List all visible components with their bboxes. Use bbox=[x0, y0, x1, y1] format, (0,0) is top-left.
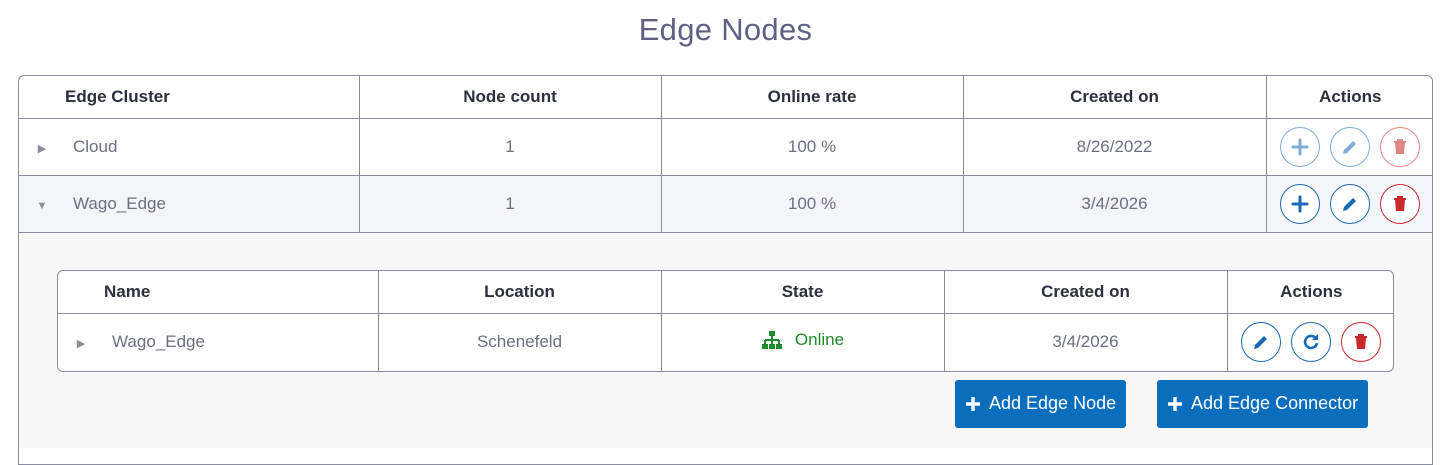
refresh-button[interactable] bbox=[1291, 322, 1332, 363]
node-count-cell: 1 bbox=[359, 175, 662, 233]
edit-button[interactable] bbox=[1330, 183, 1371, 224]
caret-down-icon[interactable]: ▼ bbox=[31, 200, 53, 212]
refresh-icon bbox=[1304, 334, 1319, 350]
location-cell: Schenefeld bbox=[378, 313, 662, 371]
edge-nodes-table: Name Location State Created on Actions ▶… bbox=[57, 269, 1394, 372]
plus-icon bbox=[1291, 195, 1309, 212]
caret-right-icon[interactable]: ▶ bbox=[31, 142, 53, 155]
created-on-cell: 8/26/2022 bbox=[963, 118, 1267, 176]
column-header-edge-cluster[interactable]: Edge Cluster bbox=[19, 76, 360, 119]
trash-icon bbox=[1394, 138, 1407, 154]
created-on-cell: 3/4/2026 bbox=[944, 313, 1228, 371]
delete-button[interactable] bbox=[1341, 322, 1382, 363]
cluster-name-cell: ▼ Wago_Edge bbox=[19, 175, 360, 233]
cluster-name-cell: ▶ Cloud bbox=[19, 118, 360, 176]
add-node-button[interactable] bbox=[1280, 126, 1321, 167]
delete-button[interactable] bbox=[1380, 126, 1421, 167]
pencil-icon bbox=[1254, 336, 1268, 350]
trash-icon bbox=[1355, 334, 1368, 350]
state-label: Online bbox=[794, 329, 845, 349]
delete-button[interactable] bbox=[1380, 183, 1421, 224]
node-count-cell: 1 bbox=[359, 118, 662, 176]
column-header-created-on[interactable]: Created on bbox=[944, 270, 1228, 314]
edit-button[interactable] bbox=[1241, 322, 1282, 363]
pencil-icon bbox=[1343, 140, 1357, 154]
cluster-name: Cloud bbox=[73, 136, 118, 156]
online-rate-cell: 100 % bbox=[661, 118, 964, 176]
caret-right-icon[interactable]: ▶ bbox=[70, 337, 92, 350]
column-header-actions: Actions bbox=[1227, 270, 1393, 314]
column-header-location[interactable]: Location bbox=[378, 270, 662, 314]
actions-cell bbox=[1227, 314, 1393, 371]
column-header-node-count[interactable]: Node count bbox=[359, 76, 662, 119]
column-header-created-on[interactable]: Created on bbox=[963, 76, 1267, 119]
plus-icon bbox=[966, 396, 980, 411]
created-on-cell: 3/4/2026 bbox=[963, 175, 1267, 233]
cluster-name: Wago_Edge bbox=[73, 193, 166, 213]
column-header-actions: Actions bbox=[1266, 76, 1432, 119]
column-header-state[interactable]: State bbox=[661, 270, 945, 314]
column-header-online-rate[interactable]: Online rate bbox=[661, 76, 964, 119]
add-edge-connector-label: Add Edge Connector bbox=[1191, 393, 1359, 413]
table-header-row: Name Location State Created on Actions bbox=[58, 270, 1393, 314]
edge-clusters-table: Edge Cluster Node count Online rate Crea… bbox=[18, 75, 1433, 465]
actions-cell bbox=[1266, 175, 1432, 233]
add-edge-connector-button[interactable]: Add Edge Connector bbox=[1157, 379, 1369, 428]
table-row[interactable]: ▶ Cloud 1 100 % 8/26/2022 bbox=[19, 118, 1432, 176]
page-title: Edge Nodes bbox=[638, 12, 813, 47]
edit-button[interactable] bbox=[1330, 126, 1371, 167]
plus-icon bbox=[1168, 396, 1182, 411]
add-node-button[interactable] bbox=[1280, 183, 1321, 224]
node-name: Wago_Edge bbox=[112, 332, 205, 352]
status-badge: Online bbox=[761, 329, 844, 351]
state-cell: Online bbox=[661, 313, 945, 371]
table-row[interactable]: ▼ Wago_Edge 1 100 % 3/4/2026 bbox=[19, 175, 1432, 233]
table-row[interactable]: ▶ Wago_Edge Schenefeld Online 3/4/2026 bbox=[58, 313, 1393, 371]
trash-icon bbox=[1394, 195, 1407, 211]
actions-cell bbox=[1266, 118, 1432, 176]
column-header-name[interactable]: Name bbox=[58, 270, 379, 314]
expanded-cluster-detail: Name Location State Created on Actions ▶… bbox=[19, 232, 1432, 448]
online-rate-cell: 100 % bbox=[661, 175, 964, 233]
node-name-cell: ▶ Wago_Edge bbox=[58, 313, 379, 371]
add-edge-node-label: Add Edge Node bbox=[989, 393, 1117, 413]
table-header-row: Edge Cluster Node count Online rate Crea… bbox=[19, 76, 1432, 119]
add-edge-node-button[interactable]: Add Edge Node bbox=[955, 379, 1127, 428]
plus-icon bbox=[1291, 138, 1309, 155]
pencil-icon bbox=[1343, 197, 1357, 211]
network-icon bbox=[761, 330, 782, 349]
